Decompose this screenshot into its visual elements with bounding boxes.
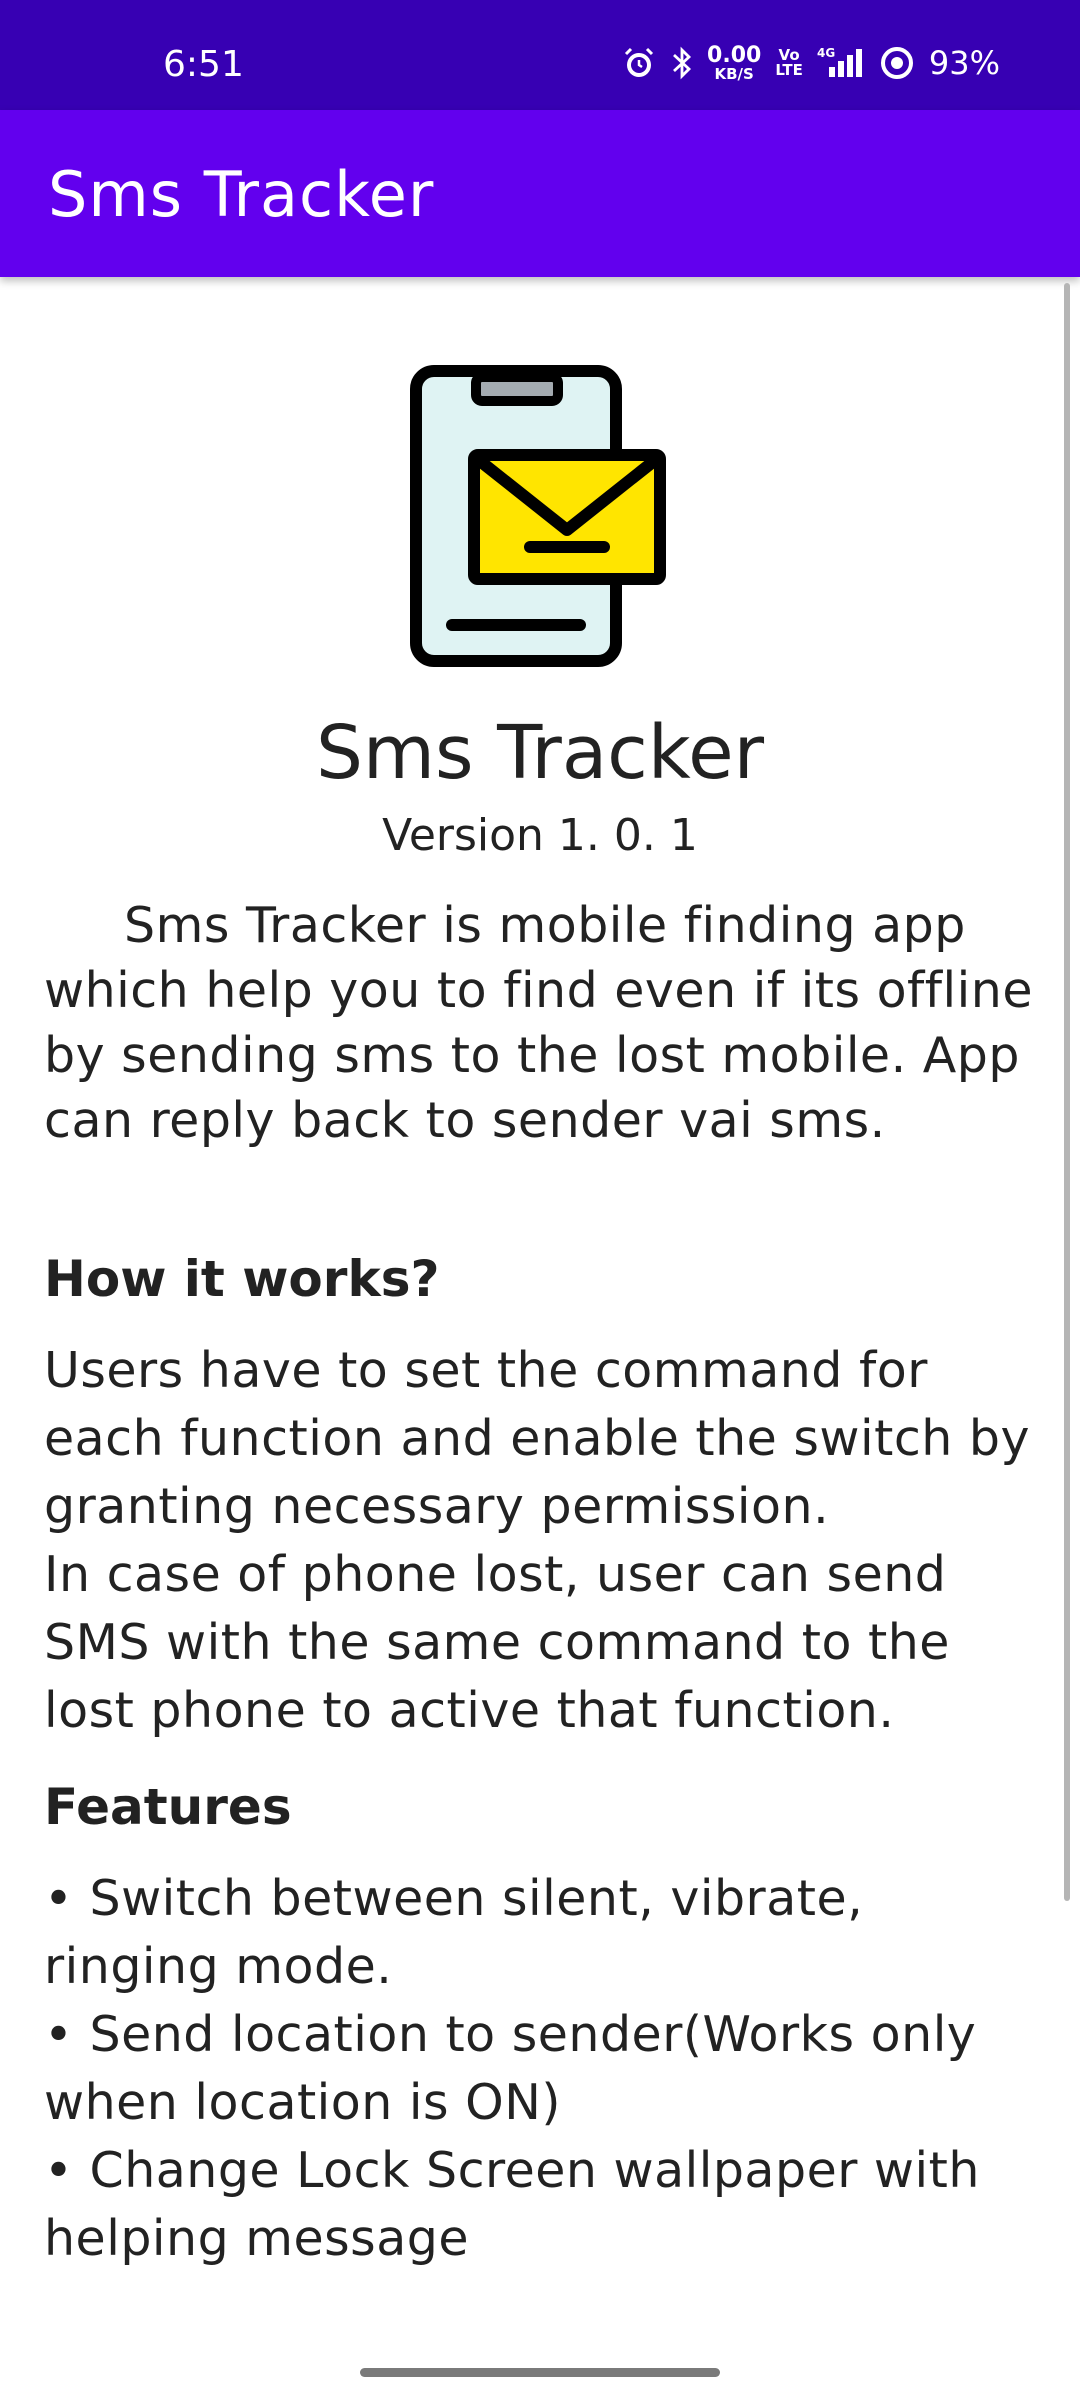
net-speed-unit: KB/S (714, 64, 754, 83)
version-label: Version 1. 0. 1 (382, 810, 698, 861)
net-speed: 0.00 KB/S (707, 42, 762, 83)
status-icons: 0.00 KB/S Vo LTE 4G 93% (621, 38, 1000, 88)
how-line-2: In case of phone lost, user can send SMS… (44, 1546, 950, 1739)
how-it-works-text: Users have to set the command for each f… (44, 1337, 1044, 1745)
scrollbar[interactable] (1064, 283, 1070, 1901)
bluetooth-icon (671, 45, 693, 81)
network-type: 4G (817, 46, 835, 60)
alarm-icon (621, 45, 657, 81)
volte-bottom: LTE (775, 61, 803, 79)
features-list: • Switch between silent, vibrate, ringin… (44, 1865, 1044, 2273)
feature-item: • Change Lock Screen wallpaper with help… (44, 2142, 980, 2267)
volte-indicator: Vo LTE (775, 48, 803, 78)
app-bar-title: Sms Tracker (48, 158, 435, 231)
signal-icon: 4G (817, 45, 865, 81)
feature-item: • Send location to sender(Works only whe… (44, 2006, 977, 2131)
gesture-nav-handle[interactable] (360, 2368, 720, 2377)
app-bar: Sms Tracker (0, 110, 1080, 277)
app-description: Sms Tracker is mobile finding app which … (44, 897, 1033, 1149)
data-saver-icon (879, 45, 915, 81)
how-line-1: Users have to set the command for each f… (44, 1342, 1031, 1535)
status-time: 6:51 (163, 44, 244, 85)
net-speed-value: 0.00 (707, 42, 762, 68)
battery-level: 93% (928, 44, 1000, 82)
about-title: Sms Tracker (315, 710, 765, 796)
how-it-works-heading: How it works? (44, 1250, 440, 1308)
app-logo (410, 365, 670, 670)
feature-item: • Switch between silent, vibrate, ringin… (44, 1870, 864, 1995)
features-heading: Features (44, 1778, 292, 1836)
status-bar: 6:51 0.00 KB/S Vo LTE 4G 93% (0, 0, 1080, 110)
